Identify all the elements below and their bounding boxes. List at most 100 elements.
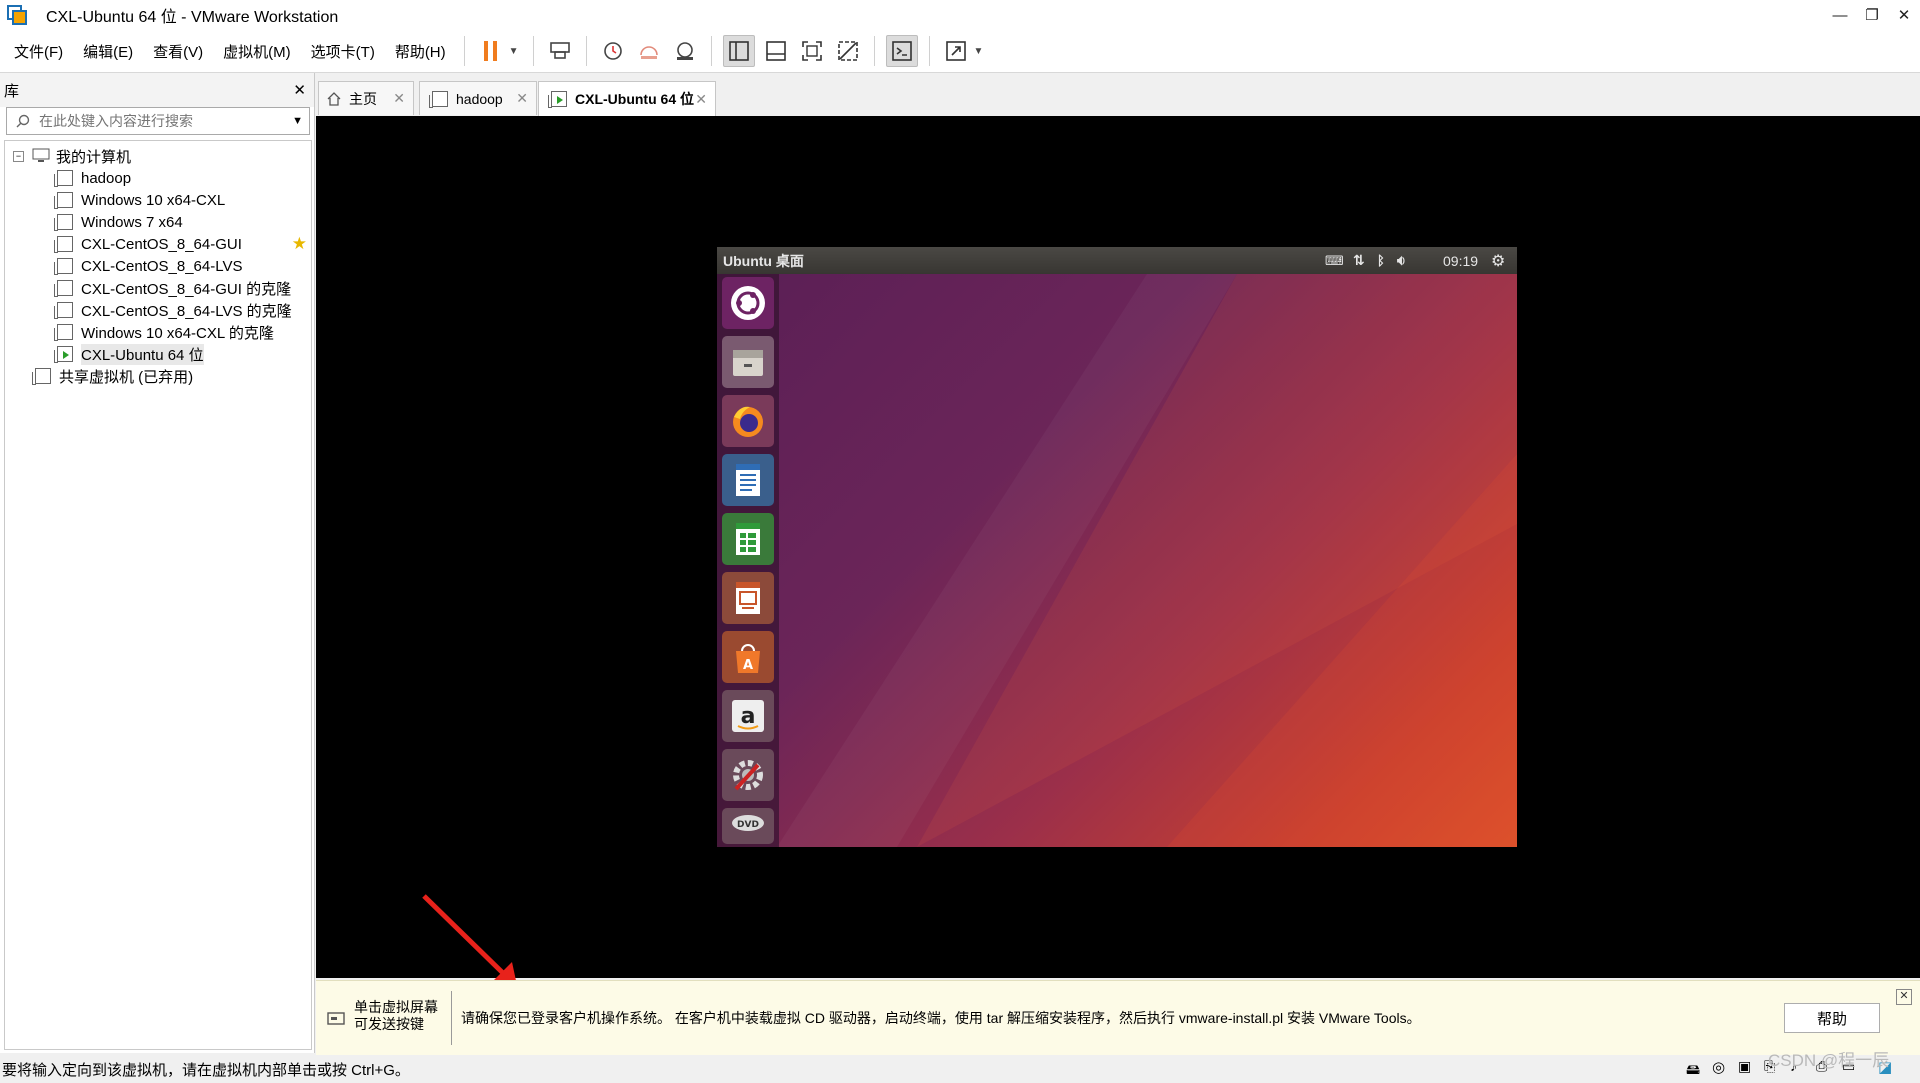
- info-bar-close-icon[interactable]: ✕: [1896, 989, 1912, 1005]
- library-close-icon[interactable]: ✕: [293, 81, 306, 99]
- launcher-files-icon[interactable]: [722, 336, 774, 388]
- dvd-icon: DVD: [732, 815, 764, 831]
- launcher-dvd-icon[interactable]: DVD: [722, 808, 774, 844]
- show-library-button[interactable]: [722, 35, 755, 67]
- snapshot-button[interactable]: [598, 36, 628, 66]
- unity-mode-button[interactable]: [833, 36, 863, 66]
- menu-edit[interactable]: 编辑(E): [73, 41, 143, 62]
- launcher-dash-icon[interactable]: [722, 277, 774, 329]
- pause-button[interactable]: [476, 36, 506, 66]
- tab-hadoop[interactable]: hadoop ✕: [419, 81, 537, 115]
- input-hint: 单击虚拟屏幕 可发送按键: [354, 999, 438, 1033]
- launcher-writer-icon[interactable]: [722, 454, 774, 506]
- keyboard-indicator-icon[interactable]: ⌨: [1325, 253, 1344, 269]
- firefox-icon: [733, 406, 763, 437]
- launcher-calc-icon[interactable]: [722, 513, 774, 565]
- tree-item-vm[interactable]: Windows 10 x64-CXL: [54, 189, 226, 211]
- vm-tree: − 我的计算机 hadoop Windows 10 x64-CXL Window…: [4, 140, 312, 1050]
- favorite-star-icon: ★: [291, 234, 307, 253]
- toolbar-divider: [585, 36, 587, 66]
- launcher-amazon-icon[interactable]: a: [722, 690, 774, 742]
- library-search-box[interactable]: ▼: [6, 107, 310, 135]
- tree-item-label: CXL-CentOS_8_64-GUI 的克隆: [81, 280, 292, 298]
- help-button[interactable]: 帮助: [1784, 1003, 1880, 1033]
- tab-label: hadoop: [456, 90, 503, 107]
- thumbnail-bar-icon: [765, 41, 786, 61]
- collapse-icon[interactable]: −: [13, 150, 24, 162]
- tree-item-vm[interactable]: Windows 7 x64: [54, 211, 183, 233]
- tree-root-my-computer[interactable]: − 我的计算机: [13, 145, 131, 167]
- pause-dropdown-icon[interactable]: ▼: [509, 46, 519, 57]
- search-dropdown-icon[interactable]: ▼: [292, 115, 303, 127]
- status-text: 要将输入定向到该虚拟机，请在虚拟机内部单击或按 Ctrl+G。: [2, 1062, 410, 1079]
- thumbnail-bar-button[interactable]: [761, 36, 791, 66]
- vmware-app-icon: [7, 5, 27, 25]
- launcher-firefox-icon[interactable]: [722, 395, 774, 447]
- tree-item-shared-vms[interactable]: 共享虚拟机 (已弃用): [32, 365, 193, 387]
- bluetooth-indicator-icon[interactable]: ᛒ: [1377, 253, 1385, 268]
- menu-file[interactable]: 文件(F): [4, 41, 73, 62]
- stretch-dropdown-icon[interactable]: ▼: [974, 46, 984, 57]
- tree-item-label: Windows 10 x64-CXL: [81, 191, 226, 209]
- tree-item-label: Windows 7 x64: [81, 213, 183, 231]
- snapshot-manager-button[interactable]: [670, 36, 700, 66]
- session-gear-icon[interactable]: ⚙: [1491, 251, 1505, 271]
- tree-item-vm[interactable]: CXL-CentOS_8_64-LVS: [54, 255, 242, 277]
- svg-text:a: a: [741, 704, 756, 729]
- network-indicator-icon[interactable]: ⇅: [1353, 252, 1365, 269]
- hdd-status-icon[interactable]: 🖴︎: [1686, 1059, 1700, 1083]
- tree-item-vm-selected[interactable]: CXL-Ubuntu 64 位: [54, 343, 204, 365]
- tab-label: CXL-Ubuntu 64 位: [575, 91, 694, 107]
- revert-snapshot-button[interactable]: [634, 36, 664, 66]
- network-status-icon[interactable]: ▣: [1738, 1058, 1751, 1075]
- tree-item-vm[interactable]: hadoop: [54, 167, 131, 189]
- vm-clone-icon: [54, 324, 73, 341]
- tab-close-icon[interactable]: ✕: [516, 90, 528, 107]
- keyboard-icon: [549, 42, 570, 59]
- tree-item-vm[interactable]: CXL-CentOS_8_64-LVS 的克隆: [54, 299, 292, 321]
- ubuntu-guest-display[interactable]: Ubuntu 桌面 ⌨ ⇅ ᛒ 🔉︎ 09:19 ⚙ A a DVD: [717, 247, 1517, 847]
- vm-running-icon: [548, 91, 567, 108]
- library-search-input[interactable]: [37, 112, 281, 130]
- tab-cxl-ubuntu[interactable]: CXL-Ubuntu 64 位 ✕: [538, 81, 716, 116]
- stretch-guest-button[interactable]: [941, 36, 971, 66]
- clock-indicator[interactable]: 09:19: [1443, 253, 1478, 269]
- toolbar-divider: [873, 36, 875, 66]
- toolbar-divider: [532, 36, 534, 66]
- tab-label: 主页: [349, 90, 377, 107]
- tree-root-label: 我的计算机: [56, 148, 132, 166]
- snapshot-manager-icon: [676, 42, 693, 60]
- vm-icon: [429, 90, 448, 108]
- tab-home[interactable]: 主页 ✕: [318, 81, 414, 115]
- tab-close-icon[interactable]: ✕: [695, 91, 707, 108]
- library-title: 库: [4, 82, 20, 100]
- menu-help[interactable]: 帮助(H): [385, 41, 456, 62]
- send-ctrl-alt-del-button[interactable]: [545, 36, 575, 66]
- ubuntu-wallpaper[interactable]: [717, 274, 1517, 847]
- vm-icon: [54, 302, 73, 319]
- tab-close-icon[interactable]: ✕: [393, 90, 405, 107]
- menu-view[interactable]: 查看(V): [143, 41, 213, 62]
- library-header: 库 ✕: [0, 73, 314, 107]
- launcher-software-center-icon[interactable]: A: [722, 631, 774, 683]
- shared-vm-icon: [32, 368, 51, 385]
- tree-item-vm[interactable]: CXL-CentOS_8_64-GUI 的克隆: [54, 277, 292, 299]
- tree-item-vm[interactable]: Windows 10 x64-CXL 的克隆: [54, 321, 274, 343]
- close-button[interactable]: ✕: [1882, 0, 1920, 30]
- launcher-impress-icon[interactable]: [722, 572, 774, 624]
- volume-indicator-icon[interactable]: 🔉︎: [1397, 252, 1406, 269]
- menu-vm[interactable]: 虚拟机(M): [213, 41, 301, 62]
- system-settings-icon: [733, 760, 763, 791]
- unity-icon: [837, 41, 858, 61]
- tree-item-label: Windows 10 x64-CXL 的克隆: [81, 324, 274, 342]
- tree-item-vm[interactable]: CXL-CentOS_8_64-GUI ★: [54, 233, 307, 255]
- cdrom-status-icon[interactable]: ◎: [1712, 1058, 1725, 1076]
- launcher-system-settings-icon[interactable]: [722, 749, 774, 801]
- keyboard-send-icon: [327, 1012, 345, 1025]
- fullscreen-button[interactable]: [797, 36, 827, 66]
- toolbar-divider: [710, 36, 712, 66]
- tree-item-label: CXL-CentOS_8_64-LVS 的克隆: [81, 302, 292, 320]
- console-view-button[interactable]: [885, 35, 918, 67]
- menu-tabs[interactable]: 选项卡(T): [301, 41, 385, 62]
- amazon-icon: a: [732, 700, 764, 732]
